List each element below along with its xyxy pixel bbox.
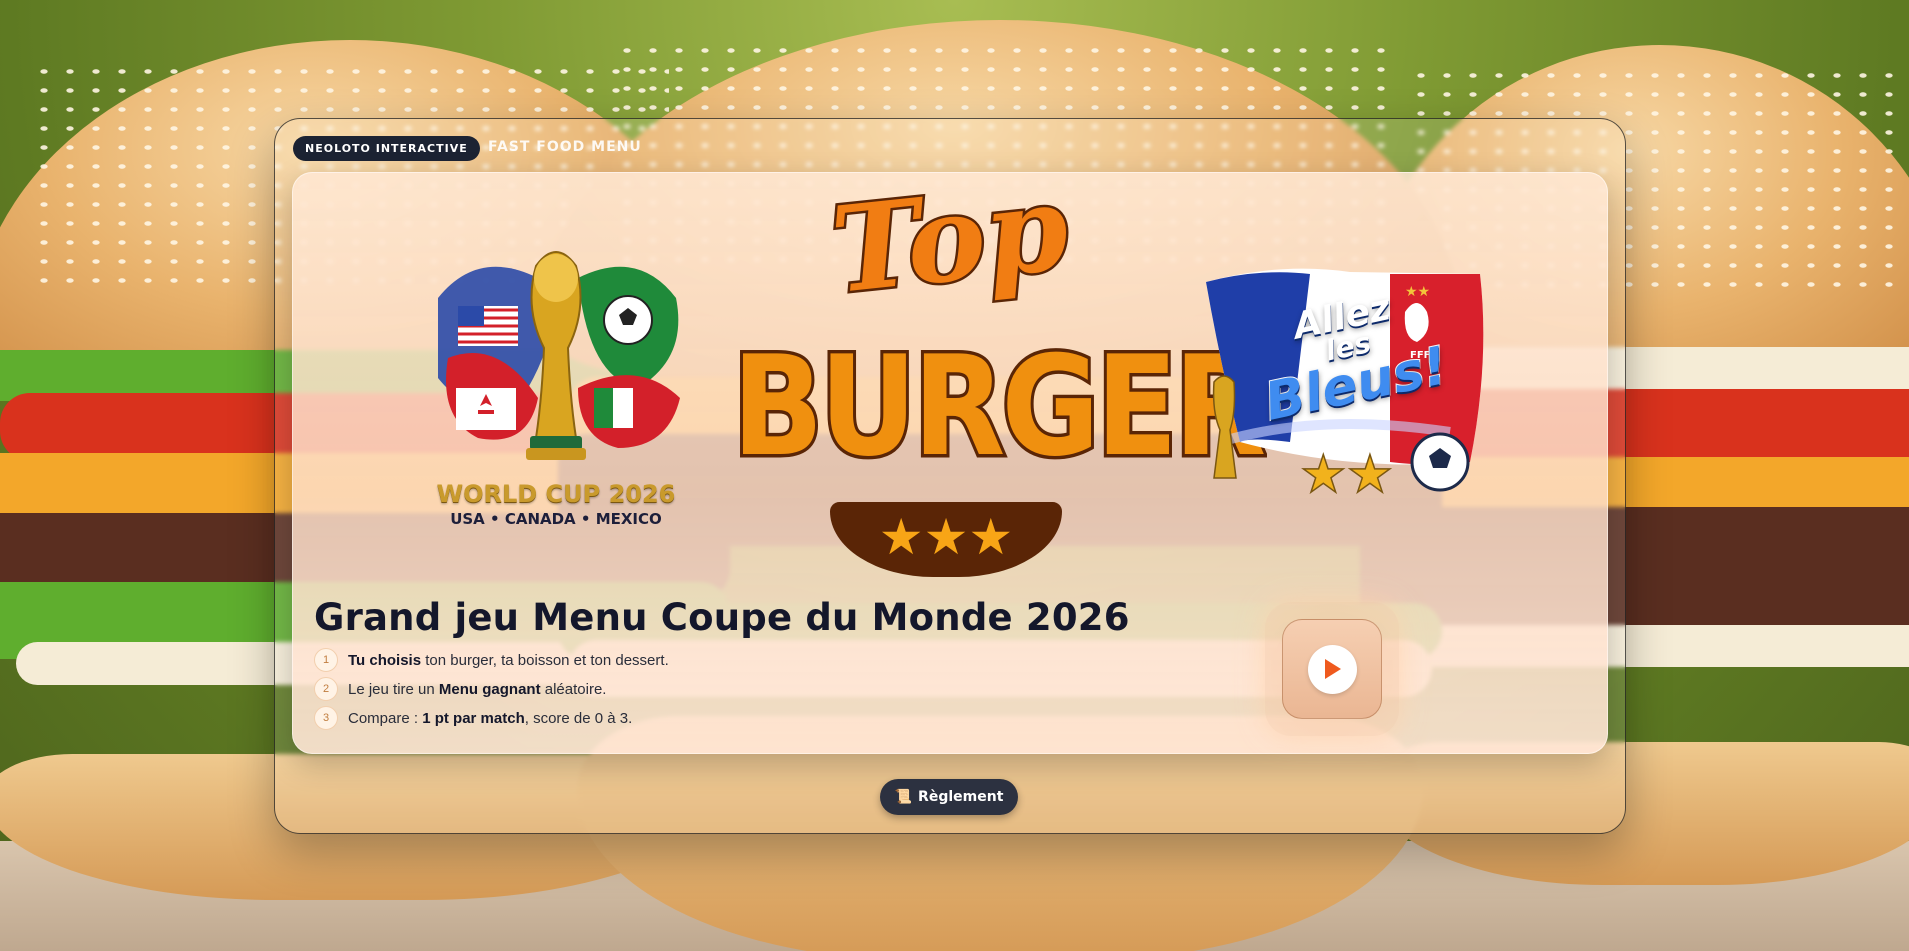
frame-subtitle: FAST FOOD MENU: [488, 139, 642, 155]
step-2: 2 Le jeu tire un Menu gagnant aléatoire.: [314, 677, 606, 701]
step-3: 3 Compare : 1 pt par match, score de 0 à…: [314, 706, 632, 730]
play-icon: [1307, 644, 1357, 694]
rules-button[interactable]: 📜 Règlement: [880, 779, 1018, 815]
rules-button-label: Règlement: [918, 789, 1004, 805]
step-number: 3: [314, 706, 338, 730]
world-cup-title: WORLD CUP 2026: [436, 480, 676, 508]
step-text: Tu choisis ton burger, ta boisson et ton…: [348, 651, 669, 669]
step-number: 1: [314, 648, 338, 672]
play-button-glow: [1265, 602, 1399, 736]
top-burger-logo-burger: BURGER: [729, 327, 1269, 488]
brand-badge: NEOLOTO INTERACTIVE: [293, 136, 480, 161]
world-cup-hosts: USA • CANADA • MEXICO: [450, 510, 662, 528]
svg-text:★★: ★★: [1300, 446, 1393, 504]
scroll-icon: 📜: [894, 789, 913, 805]
play-button[interactable]: [1282, 619, 1382, 719]
step-1: 1 Tu choisis ton burger, ta boisson et t…: [314, 648, 669, 672]
step-number: 2: [314, 677, 338, 701]
step-text: Compare : 1 pt par match, score de 0 à 3…: [348, 709, 633, 727]
step-text: Le jeu tire un Menu gagnant aléatoire.: [348, 680, 607, 698]
top-burger-logo-top: Top: [823, 155, 1077, 323]
game-title: Grand jeu Menu Coupe du Monde 2026: [314, 596, 1130, 639]
